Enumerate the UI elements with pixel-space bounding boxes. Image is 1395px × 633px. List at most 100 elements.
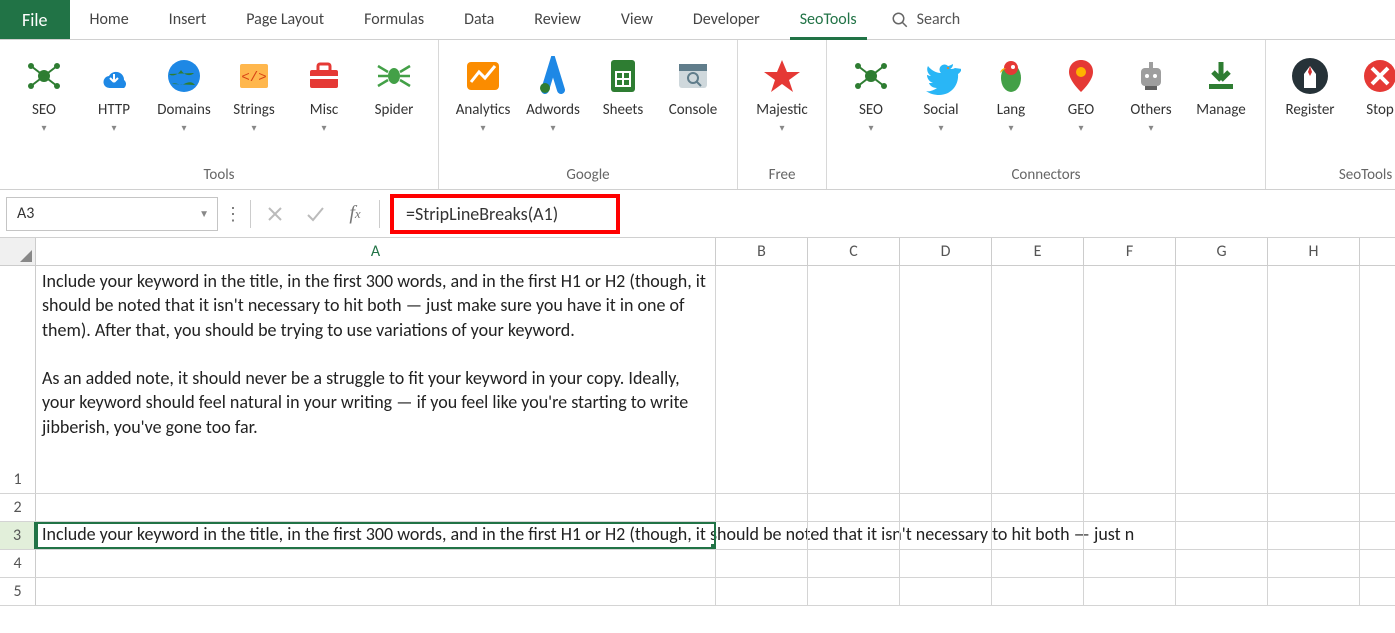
cell-C5[interactable] — [808, 578, 900, 605]
enter-formula-button[interactable] — [295, 197, 335, 231]
cell-A4[interactable] — [36, 550, 716, 577]
cmd-analytics[interactable]: Analytics▾ — [451, 50, 515, 162]
cell-H5[interactable] — [1268, 578, 1360, 605]
tab-page-layout[interactable]: Page Layout — [226, 0, 344, 39]
cell-D4[interactable] — [900, 550, 992, 577]
check-icon — [305, 205, 325, 223]
cmd-http[interactable]: HTTP▾ — [82, 50, 146, 162]
group-title: Tools — [203, 162, 234, 189]
cell-G4[interactable] — [1176, 550, 1268, 577]
cell-D3[interactable] — [900, 522, 992, 549]
cell-F3[interactable] — [1084, 522, 1176, 549]
cell-D1[interactable] — [900, 266, 992, 493]
cell-B1[interactable] — [716, 266, 808, 493]
group-title: Connectors — [1011, 162, 1080, 189]
tab-insert[interactable]: Insert — [149, 0, 227, 39]
cell-F2[interactable] — [1084, 494, 1176, 521]
cmd-strings[interactable]: </> Strings▾ — [222, 50, 286, 162]
cell-F4[interactable] — [1084, 550, 1176, 577]
tab-view[interactable]: View — [601, 0, 673, 39]
row-header-3[interactable]: 3 — [0, 522, 36, 549]
cmd-seo[interactable]: SEO▾ — [12, 50, 76, 162]
suit-icon — [1290, 56, 1330, 96]
bird-icon — [921, 56, 961, 96]
col-header-C[interactable]: C — [808, 238, 900, 265]
cell-H4[interactable] — [1268, 550, 1360, 577]
col-header-B[interactable]: B — [716, 238, 808, 265]
tab-home[interactable]: Home — [70, 0, 149, 39]
cell-G2[interactable] — [1176, 494, 1268, 521]
cmd-geo[interactable]: GEO▾ — [1049, 50, 1113, 162]
insert-function-button[interactable]: fx — [335, 197, 375, 231]
cmd-social[interactable]: Social▾ — [909, 50, 973, 162]
cell-E3[interactable] — [992, 522, 1084, 549]
cmd-others[interactable]: Others▾ — [1119, 50, 1183, 162]
cmd-console[interactable]: Console — [661, 50, 725, 162]
cell-E2[interactable] — [992, 494, 1084, 521]
cmd-stop[interactable]: Stop — [1348, 50, 1395, 162]
cmd-domains[interactable]: Domains▾ — [152, 50, 216, 162]
col-header-F[interactable]: F — [1084, 238, 1176, 265]
cmd-conn-seo[interactable]: SEO▾ — [839, 50, 903, 162]
cell-B2[interactable] — [716, 494, 808, 521]
tab-review[interactable]: Review — [514, 0, 601, 39]
cell-D5[interactable] — [900, 578, 992, 605]
cell-C3[interactable] — [808, 522, 900, 549]
cell-F1[interactable] — [1084, 266, 1176, 493]
cell-C2[interactable] — [808, 494, 900, 521]
cmd-adwords[interactable]: Adwords▾ — [521, 50, 585, 162]
cmd-misc[interactable]: Misc▾ — [292, 50, 356, 162]
network-icon — [24, 56, 64, 96]
cmd-label: Register — [1285, 102, 1334, 119]
cell-D2[interactable] — [900, 494, 992, 521]
cell-A3[interactable] — [36, 522, 716, 549]
cmd-majestic[interactable]: Majestic▾ — [750, 50, 814, 162]
row-header-5[interactable]: 5 — [0, 578, 36, 605]
row-header-2[interactable]: 2 — [0, 494, 36, 521]
tab-file[interactable]: File — [0, 0, 70, 39]
cmd-lang[interactable]: Lang▾ — [979, 50, 1043, 162]
cell-B4[interactable] — [716, 550, 808, 577]
cell-G3[interactable] — [1176, 522, 1268, 549]
tab-data[interactable]: Data — [444, 0, 514, 39]
cell-E5[interactable] — [992, 578, 1084, 605]
cell-C4[interactable] — [808, 550, 900, 577]
col-header-G[interactable]: G — [1176, 238, 1268, 265]
select-all-corner[interactable] — [0, 238, 36, 265]
cell-A1[interactable]: Include your keyword in the title, in th… — [36, 266, 716, 493]
cell-C1[interactable] — [808, 266, 900, 493]
cell-H1[interactable] — [1268, 266, 1360, 493]
split-handle-icon[interactable]: ⋮ — [218, 203, 246, 225]
cancel-formula-button[interactable] — [255, 197, 295, 231]
col-header-D[interactable]: D — [900, 238, 992, 265]
cell-G1[interactable] — [1176, 266, 1268, 493]
cell-E4[interactable] — [992, 550, 1084, 577]
cell-H2[interactable] — [1268, 494, 1360, 521]
cell-G5[interactable] — [1176, 578, 1268, 605]
cmd-manage[interactable]: Manage — [1189, 50, 1253, 162]
cell-B5[interactable] — [716, 578, 808, 605]
cell-F5[interactable] — [1084, 578, 1176, 605]
tab-seotools[interactable]: SeoTools — [780, 0, 877, 39]
worksheet: A B C D E F G H 1 Include your keyword i… — [0, 238, 1395, 633]
tab-formulas[interactable]: Formulas — [344, 0, 444, 39]
cell-B3[interactable] — [716, 522, 808, 549]
col-header-A[interactable]: A — [36, 238, 716, 265]
row-header-4[interactable]: 4 — [0, 550, 36, 577]
formula-input[interactable]: =StripLineBreaks(A1) — [406, 203, 558, 225]
ribbon-group-seotools-excel: Register Stop Settings▾ H SeoTools for E… — [1266, 40, 1395, 189]
cmd-register[interactable]: Register — [1278, 50, 1342, 162]
row-header-1[interactable]: 1 — [0, 266, 36, 493]
cell-E1[interactable] — [992, 266, 1084, 493]
col-header-E[interactable]: E — [992, 238, 1084, 265]
cell-A5[interactable] — [36, 578, 716, 605]
tab-developer[interactable]: Developer — [673, 0, 780, 39]
tell-me-search[interactable]: Search — [877, 0, 975, 39]
name-box[interactable]: A3 ▼ — [6, 197, 218, 231]
col-header-H[interactable]: H — [1268, 238, 1360, 265]
cell-H3[interactable] — [1268, 522, 1360, 549]
cell-A2[interactable] — [36, 494, 716, 521]
cmd-sheets[interactable]: Sheets — [591, 50, 655, 162]
sheets-icon — [603, 56, 643, 96]
cmd-spider[interactable]: Spider — [362, 50, 426, 162]
